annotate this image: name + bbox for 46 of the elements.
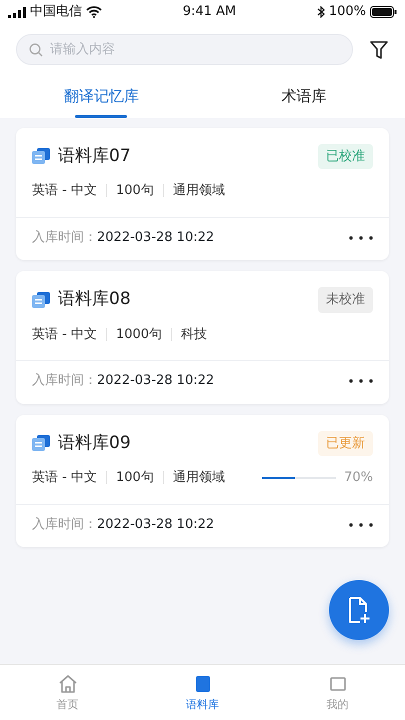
import-time: 2022-03-28 10:22 [97,230,214,244]
import-time: 2022-03-28 10:22 [97,516,214,532]
signal-icon [8,6,26,18]
carrier-name: 中国电信 [30,3,82,22]
more-icon [349,236,373,240]
clock-time: 9:41 AM [182,3,236,22]
status-tag: 已校准 [318,144,373,169]
tab[interactable]: 翻译记忆库 [0,77,202,118]
corpus-title: 语料库09 [58,432,131,454]
wifi-icon [86,6,102,18]
tab[interactable]: 术语库 [202,77,405,118]
more-icon [349,522,373,527]
language-pair: 英语 - 中文 [32,326,97,344]
battery-icon [370,6,397,18]
progress-reading: 70% [344,469,373,487]
corpus-title: 语料库08 [58,288,131,311]
document-icon [32,148,50,164]
time-label: 入库时间： [32,516,97,532]
document-icon [32,292,50,308]
bluetooth-icon [316,6,325,18]
domain-label: 通用领域 [172,182,225,200]
add-file-button[interactable] [329,580,389,640]
home-icon [56,673,78,695]
language-pair: 英语 - 中文 [32,182,97,200]
sentence-count: 100句 [116,182,154,200]
status-tag: 已更新 [318,430,373,456]
sentence-count: 1000句 [116,326,162,344]
add-file-icon [347,596,371,624]
search-field[interactable]: 请输入内容 [16,34,353,65]
language-pair: 英语 - 中文 [32,469,97,487]
time-label: 入库时间： [32,373,97,388]
import-time: 2022-03-28 10:22 [97,373,214,388]
filter-icon[interactable] [369,40,389,60]
corpus-card[interactable]: 语料库07 已校准 英语 - 中文 100句 通用领域 入库时间：2022-03-28 10:22 [16,128,389,260]
document-icon [32,435,50,452]
corpus-title: 语料库07 [58,144,131,168]
domain-label: 通用领域 [172,469,225,487]
corpus-card[interactable]: 语料库08 未校准 英语 - 中文 1000句 科技 入库时间：2022-03-28 10:22 [16,271,389,404]
status-tag: 未校准 [318,287,373,312]
time-label: 入库时间： [32,230,97,244]
more-icon [349,379,373,384]
battery-percent: 100% [328,3,366,22]
sentence-count: 100句 [116,469,154,487]
domain-label: 科技 [181,326,208,344]
nav-tab[interactable]: 语料库 [135,665,270,720]
corpus-card[interactable]: 语料库09 已更新 英语 - 中文 100句 通用领域 70% 入库时间：2022-03-28 10:22 [16,414,389,547]
